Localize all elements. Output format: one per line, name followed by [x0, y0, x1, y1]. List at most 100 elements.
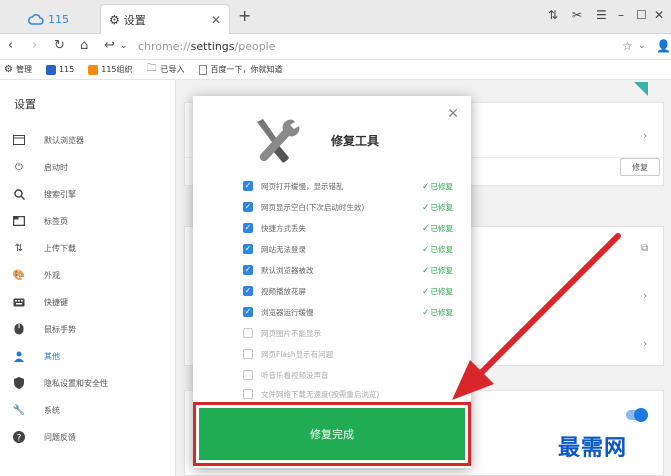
checkbox-checked-icon[interactable]: ✓ — [243, 223, 253, 233]
maximize-icon[interactable]: ☐ — [636, 8, 647, 22]
bookmark-label: 管理 — [15, 65, 32, 74]
repair-item[interactable]: ✓ 网站无法登录 ✓已修复 — [243, 241, 453, 257]
chevron-right-icon[interactable]: › — [643, 337, 647, 350]
sidebar-item-appearance[interactable]: 🎨 外观 — [0, 265, 176, 285]
corner-badge-icon — [634, 82, 648, 96]
repair-item-label: 网页显示空白(下次启动时生效) — [261, 202, 365, 212]
checkbox-unchecked-icon[interactable] — [243, 349, 253, 359]
tab-bar: 115 ⚙ 设置 ✕ + ⇅ ✂ ☰ – ☐ ✕ — [0, 0, 671, 34]
tab-settings[interactable]: ⚙ 设置 ✕ — [100, 4, 230, 34]
sidebar-item-system[interactable]: 🔧 系统 — [0, 400, 176, 420]
power-icon: ⏻ — [15, 161, 23, 173]
chevron-right-icon[interactable]: › — [643, 289, 647, 302]
tab-115[interactable]: 115 — [20, 4, 110, 34]
repair-item-label: 网页打开缓慢，显示错乱 — [261, 181, 344, 191]
back-icon[interactable]: ‹ — [8, 38, 13, 53]
toggle-switch[interactable] — [626, 408, 648, 422]
forward-icon[interactable]: › — [32, 38, 37, 53]
repair-item[interactable]: 网页Flash显示有问题 — [243, 346, 453, 362]
checkbox-checked-icon[interactable]: ✓ — [243, 265, 253, 275]
checkbox-unchecked-icon[interactable] — [243, 328, 253, 338]
sidebar-item-privacy[interactable]: 隐私设置和安全性 — [0, 373, 176, 393]
repair-item[interactable]: ✓ 视频播放花屏 ✓已修复 — [243, 283, 453, 299]
repair-status: ✓已修复 — [422, 265, 453, 276]
sidebar-item-label: 系统 — [44, 405, 60, 415]
settings-sidebar: 设置 默认浏览器 ⏻ 启动时 搜索引擎 标签页 ⇅ 上传下载 🎨 外观 快捷键 … — [0, 80, 176, 476]
repair-item[interactable]: 文件网络下载无速度(按需重启浏览) — [243, 386, 453, 402]
repair-button[interactable]: 修复 — [620, 158, 660, 176]
check-icon: ✓ — [421, 265, 430, 276]
repair-item[interactable]: ✓ 网页显示空白(下次启动时生效) ✓已修复 — [243, 199, 453, 215]
sidebar-item-label: 问题反馈 — [44, 432, 76, 442]
repair-done-button[interactable]: 修复完成 — [199, 408, 465, 460]
undo-icon[interactable]: ↩ — [104, 38, 115, 53]
sidebar-item-tabs[interactable]: 标签页 — [0, 211, 176, 231]
close-icon[interactable]: ✕ — [447, 106, 459, 122]
url-main: settings — [190, 40, 235, 53]
bookmarks-bar: ⚙ 管理 115 115组织 🗀 已导入 百度一下，你就知道 — [0, 60, 671, 80]
chevron-down-icon[interactable]: ⌄ — [638, 41, 646, 51]
sidebar-item-search-engine[interactable]: 搜索引擎 — [0, 184, 176, 204]
gear-icon: ⚙ — [109, 12, 120, 27]
sidebar-item-feedback[interactable]: ? 问题反馈 — [0, 427, 176, 447]
external-link-icon[interactable]: ⧉ — [641, 243, 648, 254]
repair-status-text: 已修复 — [430, 286, 454, 296]
repair-item[interactable]: ✓ 网页打开缓慢，显示错乱 ✓已修复 — [243, 178, 453, 194]
sidebar-item-label: 搜索引擎 — [44, 189, 76, 199]
chevron-down-icon[interactable]: ⌄ — [120, 41, 128, 51]
repair-item-label: 网页Flash显示有问题 — [261, 349, 334, 359]
sort-icon[interactable]: ⇅ — [548, 8, 558, 22]
scissors-icon[interactable]: ✂ — [572, 8, 582, 22]
user-icon[interactable]: 👤 — [656, 39, 671, 53]
new-tab-plus-icon[interactable]: + — [238, 6, 251, 25]
repair-status: ✓已修复 — [422, 286, 453, 297]
bookmark-115-org[interactable]: 115组织 — [88, 64, 133, 75]
sidebar-item-other[interactable]: 其他 — [0, 346, 176, 366]
menu-icon[interactable]: ☰ — [596, 8, 607, 22]
checkbox-checked-icon[interactable]: ✓ — [243, 244, 253, 254]
bookmark-115[interactable]: 115 — [45, 64, 74, 75]
checkbox-checked-icon[interactable]: ✓ — [243, 286, 253, 296]
home-icon[interactable]: ⌂ — [80, 38, 88, 53]
checkbox-checked-icon[interactable]: ✓ — [243, 181, 253, 191]
bookmark-label: 百度一下，你就知道 — [210, 65, 283, 74]
bookmark-baidu[interactable]: 百度一下，你就知道 — [198, 64, 283, 75]
bookmark-manage[interactable]: ⚙ 管理 — [4, 64, 32, 75]
sidebar-item-mouse-gestures[interactable]: 鼠标手势 — [0, 319, 176, 339]
reload-icon[interactable]: ↻ — [54, 38, 65, 53]
check-icon: ✓ — [421, 223, 430, 234]
repair-item[interactable]: ✓ 快捷方式丢失 ✓已修复 — [243, 220, 453, 236]
checkbox-checked-icon[interactable]: ✓ — [243, 202, 253, 212]
repair-status-text: 已修复 — [430, 307, 454, 317]
star-icon[interactable]: ☆ — [622, 39, 633, 53]
minimize-icon[interactable]: – — [618, 8, 624, 22]
repair-item-label: 快捷方式丢失 — [261, 223, 306, 233]
url-field[interactable]: chrome://settings/people — [138, 40, 276, 53]
repair-item-label: 默认浏览器被改 — [261, 265, 314, 275]
sidebar-item-default-browser[interactable]: 默认浏览器 — [0, 130, 176, 150]
repair-item[interactable]: 听音乐看视频没声音 — [243, 367, 453, 383]
sidebar-item-upload-download[interactable]: ⇅ 上传下载 — [0, 238, 176, 258]
checkbox-checked-icon[interactable]: ✓ — [243, 307, 253, 317]
chevron-right-icon[interactable]: › — [643, 129, 647, 142]
sidebar-item-label: 其他 — [44, 351, 60, 361]
tab-settings-label: 设置 — [123, 13, 146, 27]
repair-status-text: 已修复 — [430, 223, 454, 233]
gear-icon: ⚙ — [4, 64, 13, 75]
checkbox-unchecked-icon[interactable] — [243, 370, 253, 380]
close-tab-icon[interactable]: ✕ — [211, 13, 221, 27]
checkbox-unchecked-icon[interactable] — [243, 389, 253, 399]
repair-item-label: 网站无法登录 — [261, 244, 306, 254]
close-window-icon[interactable]: ✕ — [654, 8, 664, 22]
repair-item[interactable]: ✓ 默认浏览器被改 ✓已修复 — [243, 262, 453, 278]
wrench-icon: 🔧 — [12, 404, 26, 416]
bookmark-imported[interactable]: 🗀 已导入 — [147, 61, 185, 78]
updown-icon: ⇅ — [14, 242, 24, 254]
sidebar-item-label: 标签页 — [44, 216, 68, 226]
repair-item[interactable]: ✓ 浏览器运行缓慢 ✓已修复 — [243, 304, 453, 320]
sidebar-item-label: 上传下载 — [44, 243, 76, 253]
browser-icon — [12, 133, 26, 147]
sidebar-item-startup[interactable]: ⏻ 启动时 — [0, 157, 176, 177]
sidebar-item-shortcuts[interactable]: 快捷键 — [0, 292, 176, 312]
repair-item[interactable]: 网页图片不能显示 — [243, 325, 453, 341]
